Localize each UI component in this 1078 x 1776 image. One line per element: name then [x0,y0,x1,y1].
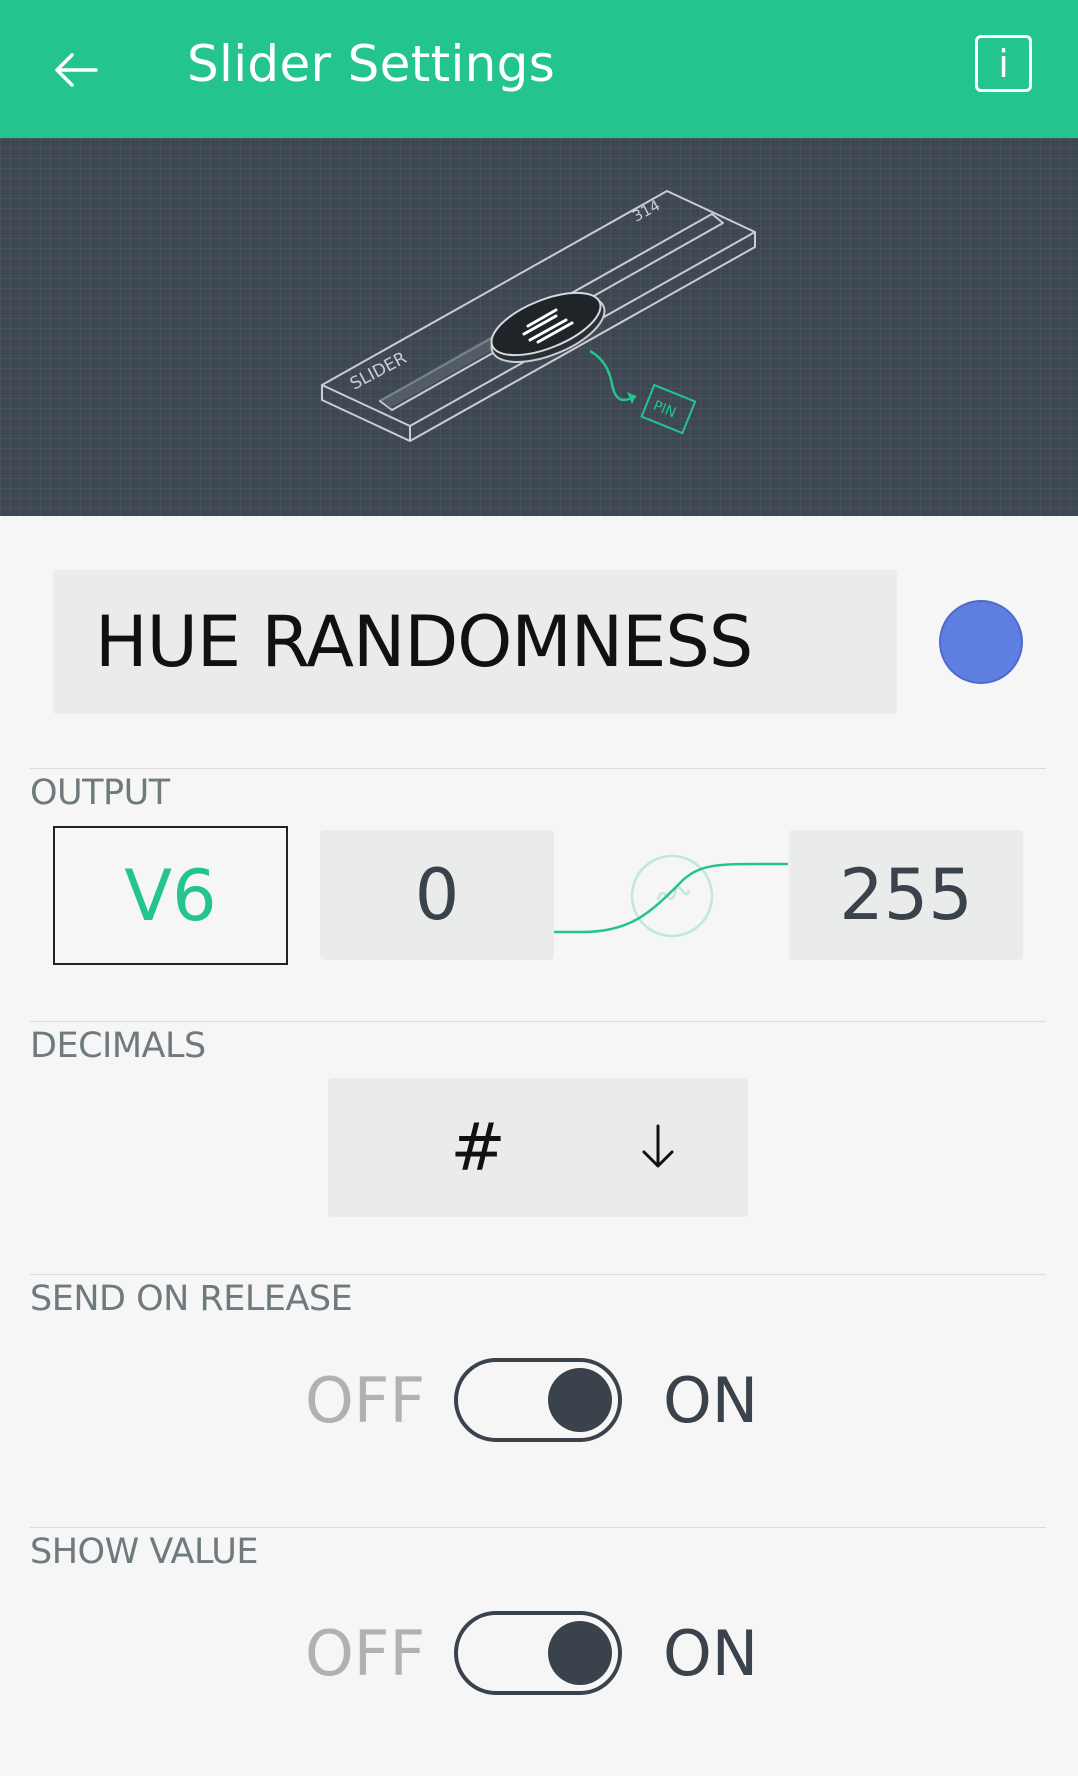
decimals-label: DECIMALS [30,1026,206,1066]
output-max-input[interactable]: 255 [789,830,1023,960]
switch-knob [548,1368,612,1432]
info-icon: i [998,41,1009,86]
divider [30,1274,1046,1275]
pin-tag-label: PIN [651,398,678,421]
widget-preview: SLIDER 314 PIN [0,138,1078,516]
widget-color-picker[interactable] [939,600,1023,684]
send-on-release-on-label[interactable]: ON [663,1356,758,1446]
divider [30,1021,1046,1022]
slider-illustration: SLIDER 314 PIN [321,190,756,442]
send-on-release-label: SEND ON RELEASE [30,1279,353,1319]
widget-name-input[interactable]: HUE RANDOMNESS [53,570,897,714]
send-on-release-off-label[interactable]: OFF [305,1356,425,1446]
output-min-input[interactable]: 0 [320,830,554,960]
show-value-label: SHOW VALUE [30,1532,258,1572]
show-value-toggle-row: OFF ON [0,1609,1078,1699]
decimals-dropdown[interactable]: # [328,1078,748,1217]
show-value-off-label[interactable]: OFF [305,1609,425,1699]
switch-knob [548,1621,612,1685]
output-pin-selector[interactable]: V6 [53,826,288,965]
slider-illustration-value: 314 [629,196,663,225]
mapping-curve-icon [554,854,789,938]
arrow-left-icon [55,53,98,87]
app-bar: Slider Settings i [0,0,1078,138]
slider-illustration-label: SLIDER [347,348,410,394]
show-value-switch[interactable] [454,1611,622,1695]
divider [30,768,1046,769]
arrow-down-icon [642,1124,674,1168]
page-title: Slider Settings [187,35,556,93]
send-on-release-switch[interactable] [454,1358,622,1442]
back-button[interactable] [40,34,112,106]
decimals-selected-value: # [450,1109,506,1186]
output-label: OUTPUT [30,773,170,813]
divider [30,1527,1046,1528]
info-button[interactable]: i [975,35,1032,92]
send-on-release-toggle-row: OFF ON [0,1356,1078,1446]
show-value-on-label[interactable]: ON [663,1609,758,1699]
